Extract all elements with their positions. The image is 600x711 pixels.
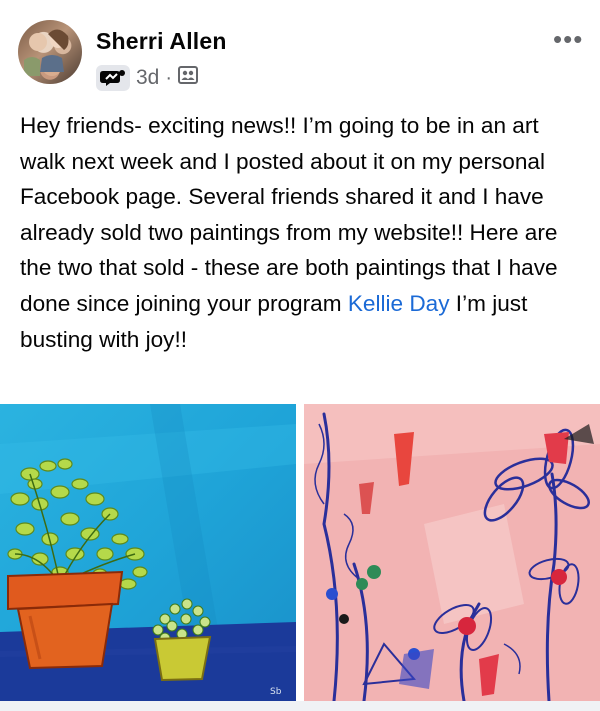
post-text: Hey friends- exciting news!! I’m going t… <box>20 108 585 357</box>
author-name[interactable]: Sherri Allen <box>96 28 227 55</box>
post-divider <box>0 701 600 711</box>
mention-link[interactable]: Kellie Day <box>348 291 450 316</box>
meta-separator: · <box>165 66 173 89</box>
messenger-badge-icon <box>96 65 130 91</box>
members-audience-icon <box>178 66 199 90</box>
facebook-post: Sherri Allen 3d · ••• Hey friends- excit… <box>0 0 600 711</box>
painting-photo-pink-flowers[interactable] <box>304 404 600 701</box>
post-meta: 3d · <box>96 65 199 91</box>
svg-text:Sb: Sb <box>270 687 282 697</box>
painting-photo-potted-plants[interactable]: Sb <box>0 404 296 701</box>
post-text-part-1: Hey friends- exciting news!! I’m going t… <box>20 113 558 316</box>
post-time[interactable]: 3d <box>136 66 159 90</box>
more-options-icon[interactable]: ••• <box>553 26 583 52</box>
avatar[interactable] <box>18 20 82 84</box>
